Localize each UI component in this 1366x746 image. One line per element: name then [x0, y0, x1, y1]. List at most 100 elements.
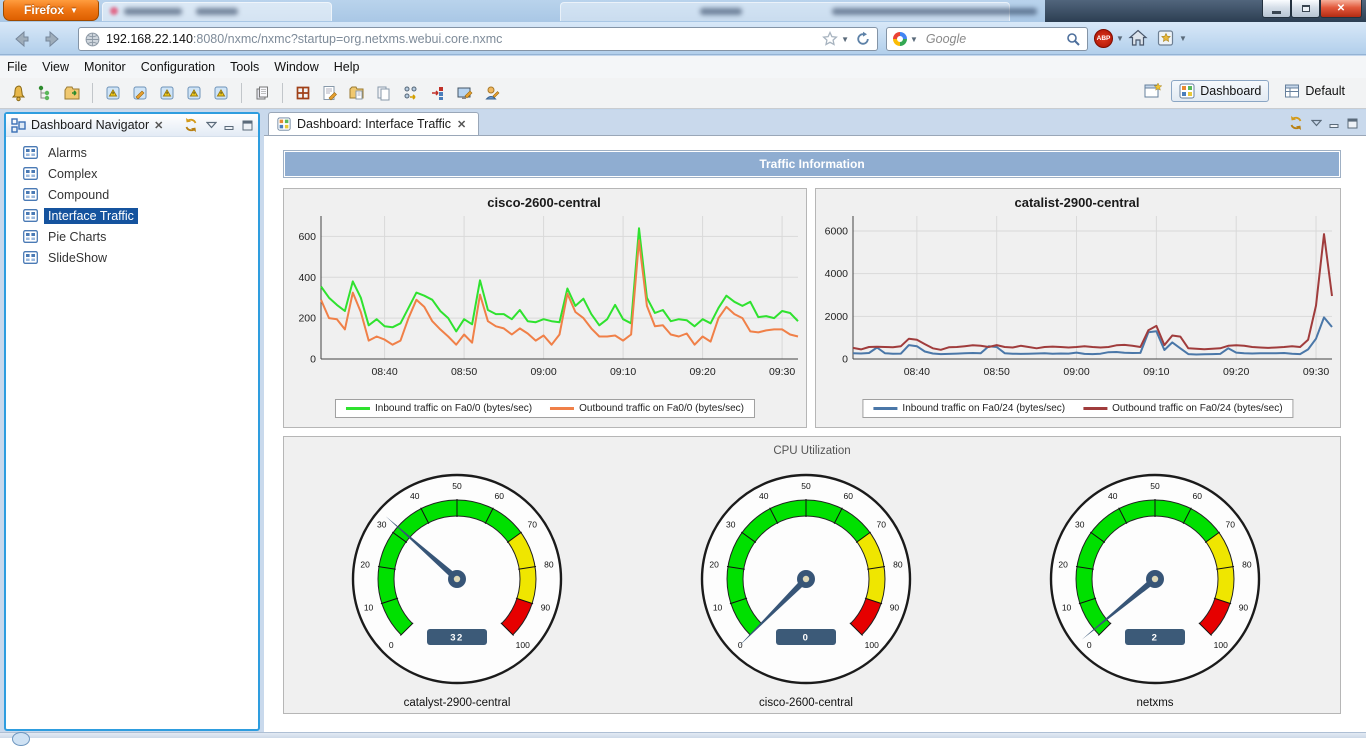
- svg-text:0: 0: [389, 640, 394, 650]
- line-chart-canvas: catalist-2900-central020004000600008:400…: [816, 189, 1338, 381]
- svg-text:30: 30: [1075, 519, 1085, 529]
- svg-text:09:20: 09:20: [689, 366, 715, 378]
- alarm-warn-icon[interactable]: [184, 83, 204, 103]
- svg-text:600: 600: [298, 231, 316, 243]
- network-map-icon[interactable]: [401, 83, 421, 103]
- home-icon: [1128, 28, 1148, 48]
- svg-text:90: 90: [541, 603, 551, 613]
- tab-dashboard-interface-traffic[interactable]: Dashboard: Interface Traffic ✕: [268, 112, 479, 135]
- svg-text:90: 90: [1239, 603, 1249, 613]
- menu-configuration[interactable]: Configuration: [141, 60, 215, 74]
- sidebar-item-label: Pie Charts: [44, 229, 110, 245]
- svg-text:40: 40: [759, 491, 769, 501]
- svg-text:100: 100: [1214, 640, 1228, 650]
- dashboard-section-header: Traffic Information: [283, 150, 1341, 178]
- bookmark-star-icon[interactable]: [822, 31, 838, 47]
- refresh-icon[interactable]: [183, 117, 199, 133]
- url-host: 192.168.22.140: [106, 32, 193, 46]
- gauge-canvas: 01020304050607080901002: [1039, 463, 1271, 695]
- legend-item: Outbound traffic on Fa0/24 (bytes/sec): [1083, 403, 1282, 414]
- restore-button[interactable]: [1291, 0, 1320, 18]
- reload-icon[interactable]: [855, 31, 871, 47]
- search-icon[interactable]: [1066, 32, 1081, 47]
- chevron-down-icon: ▼: [70, 6, 78, 15]
- screen-edit-icon[interactable]: [455, 83, 475, 103]
- svg-text:80: 80: [544, 559, 554, 569]
- maximize-view-icon[interactable]: [1347, 118, 1358, 129]
- line-chart-canvas: cisco-2600-central020040060008:4008:5009…: [284, 189, 804, 381]
- open-folder-icon[interactable]: [62, 83, 82, 103]
- sidebar-item-pie-charts[interactable]: Pie Charts: [6, 226, 258, 247]
- home-button[interactable]: [1128, 28, 1148, 48]
- sidebar-item-slideshow[interactable]: SlideShow: [6, 247, 258, 268]
- view-menu-icon[interactable]: [1311, 119, 1322, 127]
- grid-view-icon[interactable]: [293, 83, 313, 103]
- view-menu-icon[interactable]: [206, 121, 217, 129]
- maximize-view-icon[interactable]: [242, 120, 253, 131]
- sidebar-item-label: Compound: [44, 187, 113, 203]
- svg-text:6000: 6000: [825, 225, 849, 237]
- data-collection-icon[interactable]: [252, 83, 272, 103]
- navigator-title: Dashboard Navigator: [31, 118, 149, 132]
- open-perspective-icon[interactable]: [1143, 81, 1163, 101]
- alarm-edit-icon[interactable]: [130, 83, 150, 103]
- user-edit-icon[interactable]: [482, 83, 502, 103]
- svg-text:catalist-2900-central: catalist-2900-central: [1014, 195, 1139, 210]
- forward-icon: [42, 28, 64, 50]
- adblock-button[interactable]: ABP ▼: [1094, 29, 1124, 48]
- perspective-default-button[interactable]: Default: [1277, 81, 1352, 101]
- perspective-default-label: Default: [1305, 84, 1345, 98]
- perspective-dashboard-button[interactable]: Dashboard: [1171, 80, 1269, 102]
- alarm-bell-icon[interactable]: [8, 83, 28, 103]
- cpu-panel-title: CPU Utilization: [284, 445, 1340, 457]
- edit-note-icon[interactable]: [320, 83, 340, 103]
- menu-window[interactable]: Window: [274, 60, 318, 74]
- search-engine-dropdown-icon[interactable]: ▼: [910, 35, 918, 44]
- back-button[interactable]: [8, 26, 34, 52]
- editor-toolbar: [1288, 115, 1358, 131]
- object-tree-icon[interactable]: [35, 83, 55, 103]
- close-button[interactable]: ✕: [1320, 0, 1362, 18]
- alarm-terminate-icon[interactable]: [211, 83, 231, 103]
- sidebar-item-complex[interactable]: Complex: [6, 163, 258, 184]
- bookmarks-sidebar-button[interactable]: ▼: [1156, 28, 1187, 48]
- editor-tabstrip: Dashboard: Interface Traffic ✕: [264, 112, 1366, 135]
- sidebar-item-compound[interactable]: Compound: [6, 184, 258, 205]
- minimize-view-icon[interactable]: [224, 120, 235, 131]
- menu-monitor[interactable]: Monitor: [84, 60, 126, 74]
- firefox-app-button[interactable]: Firefox ▼: [3, 0, 99, 21]
- gauge-value: 2: [1152, 633, 1159, 644]
- menu-file[interactable]: File: [7, 60, 27, 74]
- folder-document-icon[interactable]: [347, 83, 367, 103]
- legend-label: Outbound traffic on Fa0/0 (bytes/sec): [579, 403, 744, 414]
- alarm-ack-icon[interactable]: [157, 83, 177, 103]
- gauge-canvas: 010203040506070809010032: [341, 463, 573, 695]
- minimize-view-icon[interactable]: [1329, 118, 1340, 129]
- svg-text:70: 70: [877, 519, 887, 529]
- search-bar[interactable]: ▼ Google: [886, 27, 1088, 51]
- svg-text:09:00: 09:00: [530, 366, 556, 378]
- svg-text:30: 30: [726, 519, 736, 529]
- svg-text:70: 70: [1226, 519, 1236, 529]
- refresh-icon[interactable]: [1288, 115, 1304, 131]
- bookmarks-dropdown-icon[interactable]: ▼: [1179, 34, 1187, 43]
- menu-tools[interactable]: Tools: [230, 60, 259, 74]
- alarm-view-icon[interactable]: [103, 83, 123, 103]
- adblock-dropdown-icon[interactable]: ▼: [1116, 34, 1124, 43]
- navigator-close-icon[interactable]: ✕: [154, 119, 163, 132]
- sidebar-item-interface-traffic[interactable]: Interface Traffic: [6, 205, 258, 226]
- import-objects-icon[interactable]: [428, 83, 448, 103]
- url-bar[interactable]: 192.168.22.140:8080/nxmc/nxmc?startup=or…: [78, 27, 878, 51]
- minimize-button[interactable]: [1262, 0, 1291, 18]
- svg-text:10: 10: [713, 603, 723, 613]
- navigator-icon: [11, 118, 26, 133]
- menu-help[interactable]: Help: [334, 60, 360, 74]
- sidebar-item-alarms[interactable]: Alarms: [6, 142, 258, 163]
- menu-view[interactable]: View: [42, 60, 69, 74]
- forward-button[interactable]: [40, 26, 66, 52]
- editor-tab-close-icon[interactable]: ✕: [457, 118, 466, 131]
- dashboard-perspective-icon: [1179, 83, 1195, 99]
- copy-pages-icon[interactable]: [374, 83, 394, 103]
- svg-text:80: 80: [1242, 559, 1252, 569]
- url-dropdown-icon[interactable]: ▼: [841, 35, 849, 44]
